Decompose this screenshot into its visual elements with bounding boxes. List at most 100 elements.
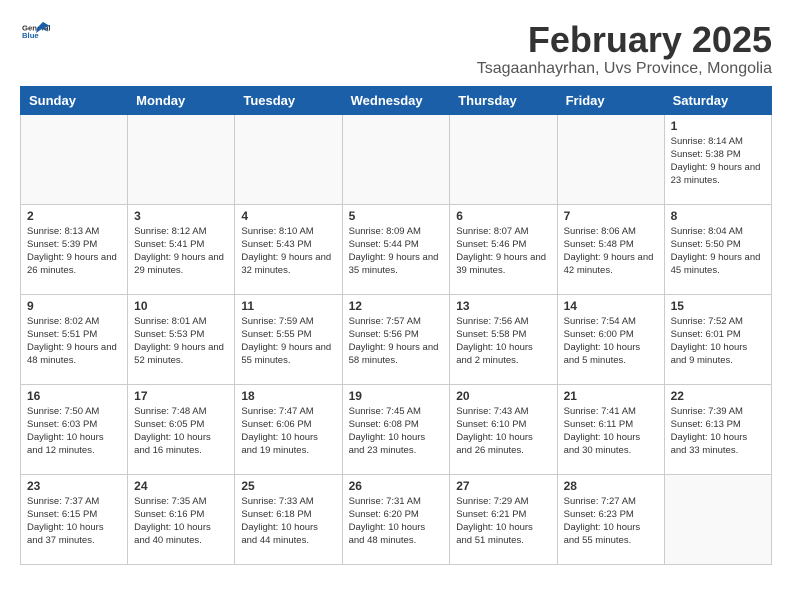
calendar-cell: 8 Sunrise: 8:04 AM Sunset: 5:50 PM Daylig… xyxy=(664,204,771,294)
day-number: 4 xyxy=(241,209,335,223)
day-info: Sunrise: 7:41 AM Sunset: 6:11 PM Dayligh… xyxy=(564,405,658,458)
calendar-cell: 12 Sunrise: 7:57 AM Sunset: 5:56 PM Dayli… xyxy=(342,294,450,384)
day-info: Sunrise: 8:10 AM Sunset: 5:43 PM Dayligh… xyxy=(241,225,335,278)
logo: General Blue xyxy=(20,20,50,42)
calendar-cell: 22 Sunrise: 7:39 AM Sunset: 6:13 PM Dayli… xyxy=(664,384,771,474)
day-info: Sunrise: 7:43 AM Sunset: 6:10 PM Dayligh… xyxy=(456,405,550,458)
day-number: 16 xyxy=(27,389,121,403)
calendar-cell: 11 Sunrise: 7:59 AM Sunset: 5:55 PM Dayli… xyxy=(235,294,342,384)
day-info: Sunrise: 7:52 AM Sunset: 6:01 PM Dayligh… xyxy=(671,315,765,368)
logo-icon: General Blue xyxy=(22,20,50,42)
calendar-week-row: 2Sunrise: 8:13 AM Sunset: 5:39 PM Daylig… xyxy=(21,204,772,294)
calendar-cell: 25 Sunrise: 7:33 AM Sunset: 6:18 PM Dayli… xyxy=(235,474,342,564)
calendar-cell xyxy=(21,114,128,204)
day-info: Sunrise: 7:45 AM Sunset: 6:08 PM Dayligh… xyxy=(349,405,444,458)
calendar-cell: 14Sunrise: 7:54 AM Sunset: 6:00 PM Dayli… xyxy=(557,294,664,384)
calendar-cell: 16 Sunrise: 7:50 AM Sunset: 6:03 PM Dayli… xyxy=(21,384,128,474)
day-number: 23 xyxy=(27,479,121,493)
calendar-week-row: 9Sunrise: 8:02 AM Sunset: 5:51 PM Daylig… xyxy=(21,294,772,384)
calendar-cell: 3 Sunrise: 8:12 AM Sunset: 5:41 PM Daylig… xyxy=(128,204,235,294)
calendar-week-row: 16 Sunrise: 7:50 AM Sunset: 6:03 PM Dayli… xyxy=(21,384,772,474)
day-number: 24 xyxy=(134,479,228,493)
day-info: Sunrise: 7:33 AM Sunset: 6:18 PM Dayligh… xyxy=(241,495,335,548)
calendar-cell: 26 Sunrise: 7:31 AM Sunset: 6:20 PM Dayli… xyxy=(342,474,450,564)
column-header-tuesday: Tuesday xyxy=(235,86,342,114)
calendar-week-row: 1 Sunrise: 8:14 AM Sunset: 5:38 PM Daylig… xyxy=(21,114,772,204)
title-area: February 2025 Tsagaanhayrhan, Uvs Provin… xyxy=(477,20,772,78)
day-info: Sunrise: 7:35 AM Sunset: 6:16 PM Dayligh… xyxy=(134,495,228,548)
calendar-cell: 18Sunrise: 7:47 AM Sunset: 6:06 PM Dayli… xyxy=(235,384,342,474)
day-info: Sunrise: 8:07 AM Sunset: 5:46 PM Dayligh… xyxy=(456,225,550,278)
day-info: Sunrise: 7:56 AM Sunset: 5:58 PM Dayligh… xyxy=(456,315,550,368)
day-info: Sunrise: 7:50 AM Sunset: 6:03 PM Dayligh… xyxy=(27,405,121,458)
day-number: 7 xyxy=(564,209,658,223)
day-number: 1 xyxy=(671,119,765,133)
column-header-friday: Friday xyxy=(557,86,664,114)
calendar-cell: 27 Sunrise: 7:29 AM Sunset: 6:21 PM Dayli… xyxy=(450,474,557,564)
day-number: 26 xyxy=(349,479,444,493)
calendar-cell xyxy=(342,114,450,204)
page-header: General Blue February 2025 Tsagaanhayrha… xyxy=(20,20,772,78)
day-info: Sunrise: 7:48 AM Sunset: 6:05 PM Dayligh… xyxy=(134,405,228,458)
day-number: 21 xyxy=(564,389,658,403)
day-number: 2 xyxy=(27,209,121,223)
day-info: Sunrise: 7:57 AM Sunset: 5:56 PM Dayligh… xyxy=(349,315,444,368)
calendar-cell: 7 Sunrise: 8:06 AM Sunset: 5:48 PM Daylig… xyxy=(557,204,664,294)
column-header-saturday: Saturday xyxy=(664,86,771,114)
day-number: 5 xyxy=(349,209,444,223)
day-info: Sunrise: 7:39 AM Sunset: 6:13 PM Dayligh… xyxy=(671,405,765,458)
day-number: 13 xyxy=(456,299,550,313)
column-header-sunday: Sunday xyxy=(21,86,128,114)
day-info: Sunrise: 7:29 AM Sunset: 6:21 PM Dayligh… xyxy=(456,495,550,548)
day-info: Sunrise: 8:04 AM Sunset: 5:50 PM Dayligh… xyxy=(671,225,765,278)
day-info: Sunrise: 8:12 AM Sunset: 5:41 PM Dayligh… xyxy=(134,225,228,278)
day-number: 20 xyxy=(456,389,550,403)
calendar-cell: 15Sunrise: 7:52 AM Sunset: 6:01 PM Dayli… xyxy=(664,294,771,384)
calendar-cell: 4 Sunrise: 8:10 AM Sunset: 5:43 PM Daylig… xyxy=(235,204,342,294)
day-number: 28 xyxy=(564,479,658,493)
calendar-cell: 13 Sunrise: 7:56 AM Sunset: 5:58 PM Dayli… xyxy=(450,294,557,384)
column-header-wednesday: Wednesday xyxy=(342,86,450,114)
day-info: Sunrise: 7:31 AM Sunset: 6:20 PM Dayligh… xyxy=(349,495,444,548)
calendar-cell: 1 Sunrise: 8:14 AM Sunset: 5:38 PM Daylig… xyxy=(664,114,771,204)
calendar-cell: 2Sunrise: 8:13 AM Sunset: 5:39 PM Daylig… xyxy=(21,204,128,294)
calendar-cell xyxy=(664,474,771,564)
day-info: Sunrise: 7:54 AM Sunset: 6:00 PM Dayligh… xyxy=(564,315,658,368)
day-number: 10 xyxy=(134,299,228,313)
day-info: Sunrise: 8:01 AM Sunset: 5:53 PM Dayligh… xyxy=(134,315,228,368)
calendar-cell: 5 Sunrise: 8:09 AM Sunset: 5:44 PM Daylig… xyxy=(342,204,450,294)
day-number: 8 xyxy=(671,209,765,223)
location: Tsagaanhayrhan, Uvs Province, Mongolia xyxy=(477,60,772,78)
column-header-monday: Monday xyxy=(128,86,235,114)
calendar-cell xyxy=(235,114,342,204)
calendar-cell: 9Sunrise: 8:02 AM Sunset: 5:51 PM Daylig… xyxy=(21,294,128,384)
day-number: 19 xyxy=(349,389,444,403)
calendar-cell: 6Sunrise: 8:07 AM Sunset: 5:46 PM Daylig… xyxy=(450,204,557,294)
calendar-cell: 20 Sunrise: 7:43 AM Sunset: 6:10 PM Dayli… xyxy=(450,384,557,474)
day-info: Sunrise: 8:14 AM Sunset: 5:38 PM Dayligh… xyxy=(671,135,765,188)
day-info: Sunrise: 8:09 AM Sunset: 5:44 PM Dayligh… xyxy=(349,225,444,278)
calendar-cell: 10 Sunrise: 8:01 AM Sunset: 5:53 PM Dayli… xyxy=(128,294,235,384)
day-number: 25 xyxy=(241,479,335,493)
calendar-cell: 23 Sunrise: 7:37 AM Sunset: 6:15 PM Dayli… xyxy=(21,474,128,564)
day-info: Sunrise: 7:47 AM Sunset: 6:06 PM Dayligh… xyxy=(241,405,335,458)
day-info: Sunrise: 8:02 AM Sunset: 5:51 PM Dayligh… xyxy=(27,315,121,368)
calendar-table: SundayMondayTuesdayWednesdayThursdayFrid… xyxy=(20,86,772,565)
day-number: 17 xyxy=(134,389,228,403)
calendar-cell: 21 Sunrise: 7:41 AM Sunset: 6:11 PM Dayli… xyxy=(557,384,664,474)
calendar-cell xyxy=(450,114,557,204)
day-number: 11 xyxy=(241,299,335,313)
column-header-thursday: Thursday xyxy=(450,86,557,114)
calendar-cell xyxy=(557,114,664,204)
day-number: 12 xyxy=(349,299,444,313)
day-info: Sunrise: 7:37 AM Sunset: 6:15 PM Dayligh… xyxy=(27,495,121,548)
day-number: 3 xyxy=(134,209,228,223)
calendar-cell: 24 Sunrise: 7:35 AM Sunset: 6:16 PM Dayli… xyxy=(128,474,235,564)
day-number: 27 xyxy=(456,479,550,493)
day-info: Sunrise: 8:06 AM Sunset: 5:48 PM Dayligh… xyxy=(564,225,658,278)
day-info: Sunrise: 7:27 AM Sunset: 6:23 PM Dayligh… xyxy=(564,495,658,548)
calendar-header-row: SundayMondayTuesdayWednesdayThursdayFrid… xyxy=(21,86,772,114)
day-info: Sunrise: 7:59 AM Sunset: 5:55 PM Dayligh… xyxy=(241,315,335,368)
day-number: 22 xyxy=(671,389,765,403)
month-title: February 2025 xyxy=(477,20,772,60)
